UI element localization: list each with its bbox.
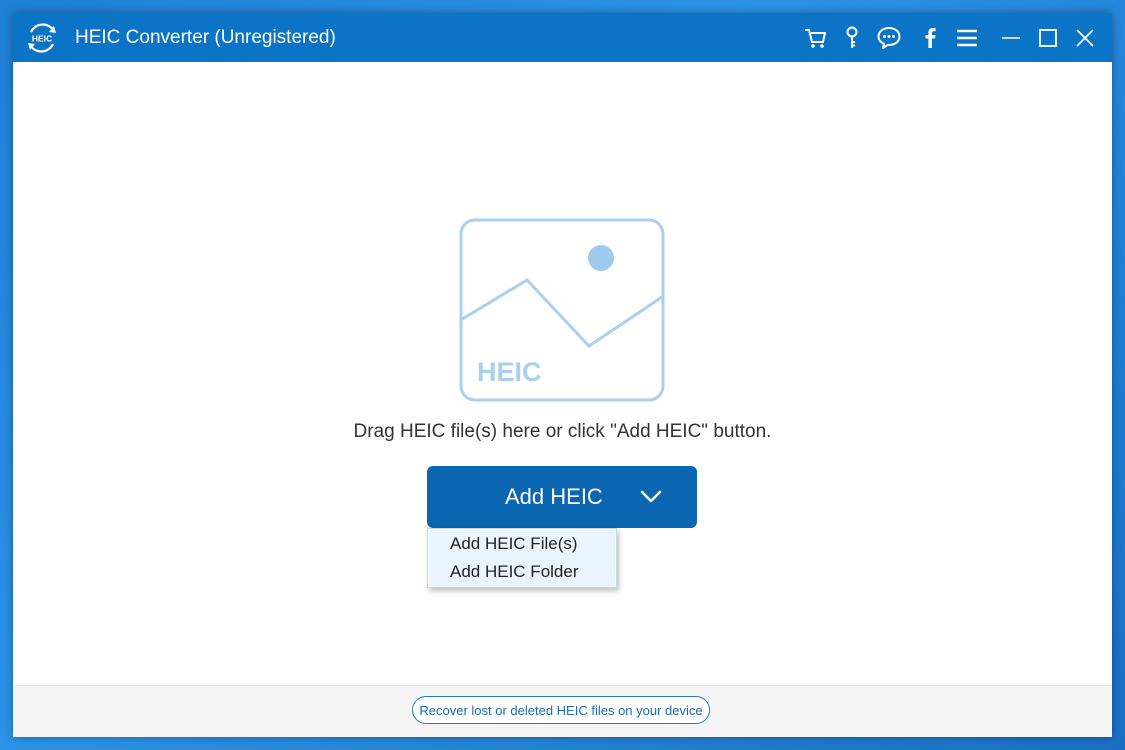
add-heic-dropdown-menu: Add HEIC File(s) Add HEIC Folder xyxy=(427,528,617,588)
minimize-icon[interactable] xyxy=(998,25,1024,51)
add-heic-button[interactable]: Add HEIC xyxy=(427,466,697,528)
cart-icon[interactable] xyxy=(803,25,829,51)
heic-image-label: HEIC xyxy=(477,357,542,387)
chat-icon[interactable] xyxy=(876,25,902,51)
heic-image-icon: HEIC xyxy=(459,218,665,402)
recover-files-link[interactable]: Recover lost or deleted HEIC files on yo… xyxy=(412,696,710,724)
app-logo-text: HEIC xyxy=(32,34,52,44)
menu-item-add-heic-files[interactable]: Add HEIC File(s) xyxy=(429,530,615,558)
drop-area[interactable]: HEIC Drag HEIC file(s) here or click "Ad… xyxy=(13,62,1112,685)
menu-item-add-heic-folder[interactable]: Add HEIC Folder xyxy=(429,558,615,586)
desktop-background: HEIC HEIC Converter (Unregistered) HEIC … xyxy=(0,0,1125,750)
title-bar: HEIC HEIC Converter (Unregistered) xyxy=(13,13,1112,62)
key-icon[interactable] xyxy=(839,25,865,51)
maximize-icon[interactable] xyxy=(1035,25,1061,51)
add-heic-button-label: Add HEIC xyxy=(505,484,603,509)
window-title: HEIC Converter (Unregistered) xyxy=(75,27,336,48)
app-logo-icon: HEIC xyxy=(25,22,59,54)
chevron-down-icon[interactable] xyxy=(639,486,663,508)
close-icon[interactable] xyxy=(1072,25,1098,51)
drop-hint-text: Drag HEIC file(s) here or click "Add HEI… xyxy=(353,421,772,442)
menu-icon[interactable] xyxy=(954,25,980,51)
app-window: HEIC HEIC Converter (Unregistered) HEIC … xyxy=(13,13,1112,737)
facebook-icon[interactable] xyxy=(917,25,943,51)
footer-bar: Recover lost or deleted HEIC files on yo… xyxy=(13,685,1112,737)
